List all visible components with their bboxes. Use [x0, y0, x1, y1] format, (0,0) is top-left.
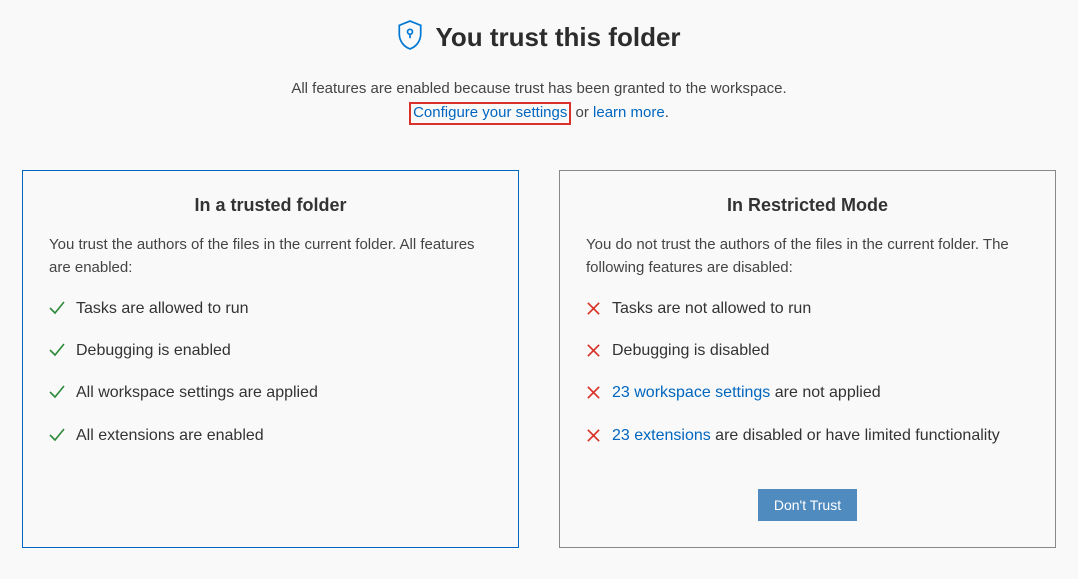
- check-icon: [49, 297, 65, 323]
- cards-row: In a trusted folder You trust the author…: [20, 170, 1058, 548]
- trusted-feature-list: Tasks are allowed to run Debugging is en…: [49, 297, 492, 450]
- trusted-card: In a trusted folder You trust the author…: [22, 170, 519, 548]
- feature-text: 23 extensions are disabled or have limit…: [612, 424, 1029, 447]
- extensions-link[interactable]: 23 extensions: [612, 427, 711, 444]
- list-item: 23 workspace settings are not applied: [586, 381, 1029, 407]
- check-icon: [49, 424, 65, 450]
- feature-text: Tasks are not allowed to run: [612, 297, 1029, 320]
- configure-settings-link[interactable]: Configure your settings: [413, 104, 567, 121]
- restricted-card-title: In Restricted Mode: [586, 195, 1029, 216]
- or-text: or: [571, 104, 593, 121]
- restricted-card-subtitle: You do not trust the authors of the file…: [586, 234, 1029, 279]
- list-item: Tasks are not allowed to run: [586, 297, 1029, 323]
- page-title: You trust this folder: [435, 22, 680, 53]
- learn-more-link[interactable]: learn more: [593, 104, 665, 121]
- x-icon: [586, 339, 601, 365]
- feature-text: Debugging is disabled: [612, 339, 1029, 362]
- highlight-annotation: Configure your settings: [409, 102, 571, 125]
- x-icon: [586, 297, 601, 323]
- x-icon: [586, 424, 601, 450]
- subtitle-actions: Configure your settings or learn more.: [20, 102, 1058, 125]
- trusted-card-title: In a trusted folder: [49, 195, 492, 216]
- check-icon: [49, 381, 65, 407]
- list-item: Debugging is enabled: [49, 339, 492, 365]
- feature-text: All extensions are enabled: [76, 424, 492, 447]
- list-item: All extensions are enabled: [49, 424, 492, 450]
- feature-text: 23 workspace settings are not applied: [612, 381, 1029, 404]
- list-item: Tasks are allowed to run: [49, 297, 492, 323]
- restricted-feature-list: Tasks are not allowed to run Debugging i…: [586, 297, 1029, 450]
- list-item: Debugging is disabled: [586, 339, 1029, 365]
- list-item: 23 extensions are disabled or have limit…: [586, 424, 1029, 450]
- feature-text: Tasks are allowed to run: [76, 297, 492, 320]
- title-row: You trust this folder: [20, 20, 1058, 55]
- subtitle-text: All features are enabled because trust h…: [20, 80, 1058, 97]
- x-icon: [586, 381, 601, 407]
- feature-text: Debugging is enabled: [76, 339, 492, 362]
- trust-header: You trust this folder All features are e…: [20, 20, 1058, 125]
- list-item: All workspace settings are applied: [49, 381, 492, 407]
- feature-text: All workspace settings are applied: [76, 381, 492, 404]
- trusted-card-subtitle: You trust the authors of the files in th…: [49, 234, 492, 279]
- button-row: Don't Trust: [586, 461, 1029, 521]
- shield-icon: [397, 20, 423, 55]
- dont-trust-button[interactable]: Don't Trust: [758, 489, 857, 521]
- feature-tail: are not applied: [770, 384, 880, 401]
- check-icon: [49, 339, 65, 365]
- feature-tail: are disabled or have limited functionali…: [711, 427, 1000, 444]
- workspace-settings-link[interactable]: 23 workspace settings: [612, 384, 770, 401]
- period-text: .: [665, 104, 669, 121]
- restricted-card: In Restricted Mode You do not trust the …: [559, 170, 1056, 548]
